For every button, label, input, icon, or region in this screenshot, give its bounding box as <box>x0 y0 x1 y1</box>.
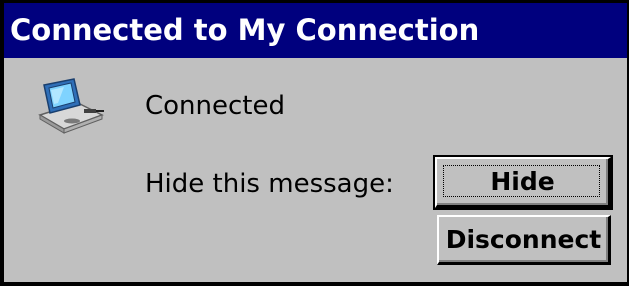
network-connection-icon <box>34 75 106 137</box>
hide-button[interactable]: Hide <box>433 155 613 210</box>
hide-message-label: Hide this message: <box>145 169 394 199</box>
connection-dialog: Connected to My Connection Connected Hid… <box>0 0 629 286</box>
disconnect-button-label: Disconnect <box>445 224 602 254</box>
hide-button-label: Hide <box>490 167 555 196</box>
disconnect-button[interactable]: Disconnect <box>437 215 611 265</box>
dialog-title: Connected to My Connection <box>4 3 627 58</box>
connection-status-text: Connected <box>145 91 286 121</box>
